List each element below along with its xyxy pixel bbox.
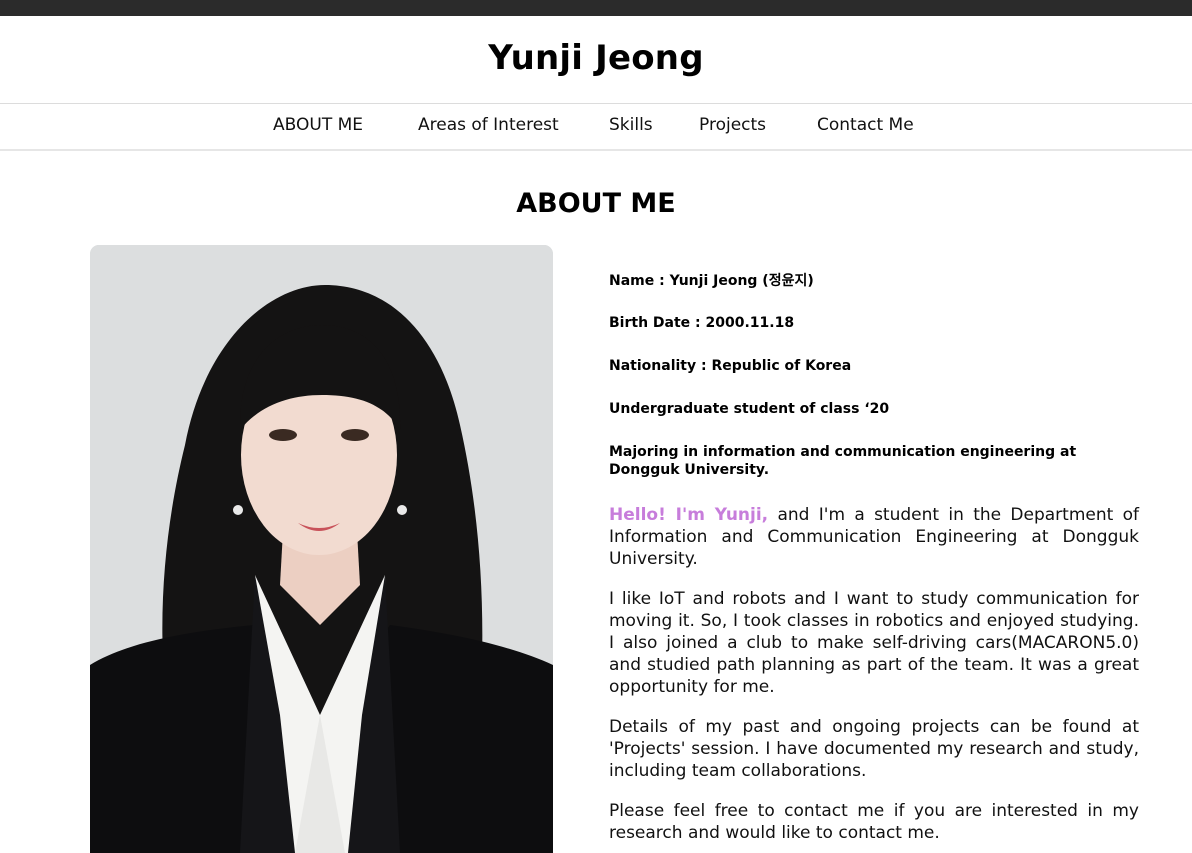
projects-paragraph: Details of my past and ongoing projects … xyxy=(609,717,1139,781)
fact-nationality: Nationality : Republic of Korea xyxy=(609,358,852,374)
hello-greeting: Hello! I'm Yunji, xyxy=(609,505,769,525)
contact-paragraph: Please feel free to contact me if you ar… xyxy=(609,801,1139,843)
site-header: Yunji Jeong xyxy=(0,16,1192,104)
main-nav: ABOUT ME Areas of Interest Skills Projec… xyxy=(0,103,1192,151)
fact-name: Name : Yunji Jeong (정윤지) xyxy=(609,273,814,289)
fact-birth-date: Birth Date : 2000.11.18 xyxy=(609,315,795,331)
fact-class: Undergraduate student of class ‘20 xyxy=(609,401,890,417)
nav-contact-me[interactable]: Contact Me xyxy=(817,115,914,135)
browser-top-bar xyxy=(0,0,1192,16)
fact-major: Majoring in information and communicatio… xyxy=(609,444,1077,478)
nav-skills[interactable]: Skills xyxy=(609,115,653,135)
section-heading-about-me: ABOUT ME xyxy=(516,188,676,219)
site-title[interactable]: Yunji Jeong xyxy=(0,38,1192,78)
nav-projects[interactable]: Projects xyxy=(699,115,766,135)
profile-photo xyxy=(90,245,553,853)
intro-paragraph: Hello! I'm Yunji, and I'm a student in t… xyxy=(609,504,1139,570)
interests-paragraph: I like IoT and robots and I want to stud… xyxy=(609,589,1139,697)
nav-areas-of-interest[interactable]: Areas of Interest xyxy=(418,115,559,135)
nav-about-me[interactable]: ABOUT ME xyxy=(273,115,363,135)
